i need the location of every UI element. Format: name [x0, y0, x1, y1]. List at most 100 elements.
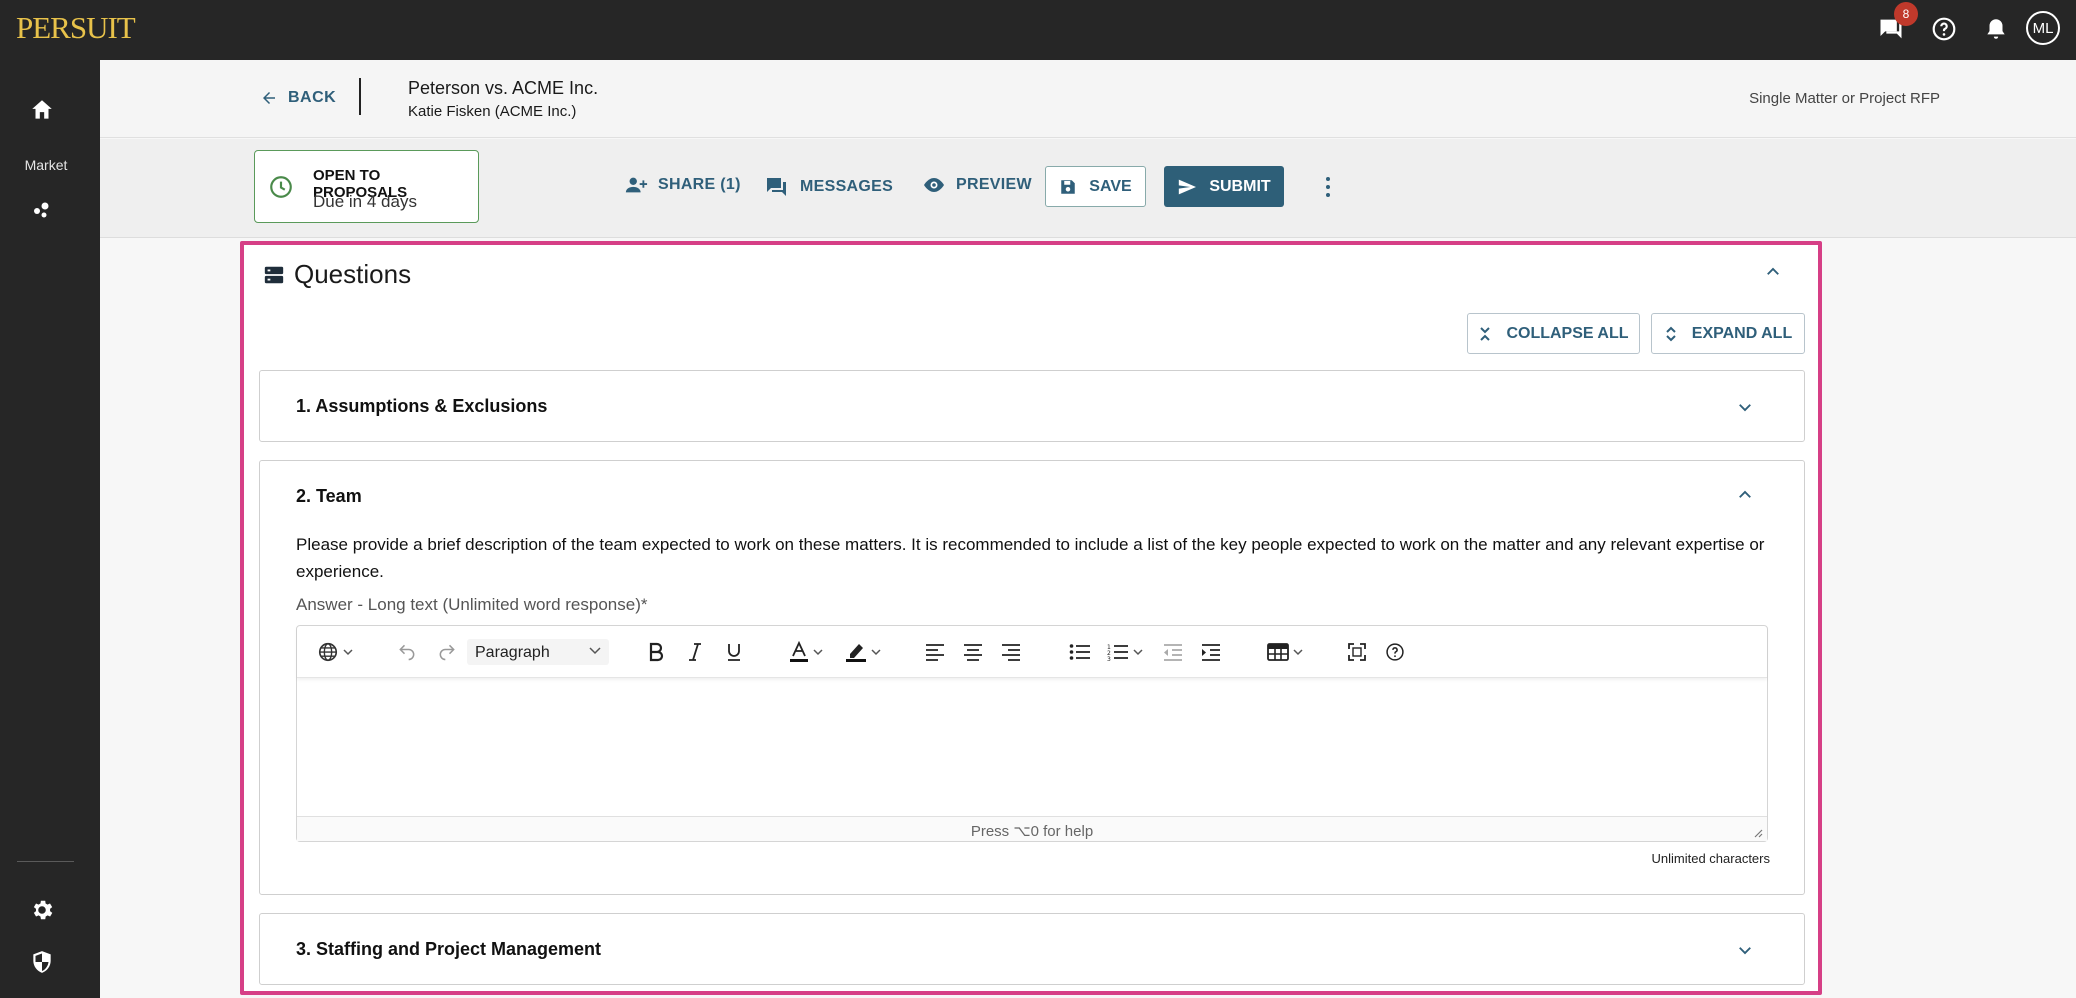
align-left-icon[interactable]	[925, 640, 945, 664]
back-label: BACK	[288, 89, 337, 106]
section-title[interactable]: 2. Team	[296, 486, 362, 507]
sidebar-divider	[17, 861, 74, 862]
send-icon	[1177, 178, 1197, 196]
chevron-up-icon[interactable]	[1736, 486, 1754, 504]
block-format-value: Paragraph	[475, 644, 550, 661]
caret-down-icon	[589, 647, 601, 655]
editor-toolbar: Paragraph 1 2 3	[297, 626, 1767, 678]
numbered-list-icon: 123	[1107, 643, 1129, 661]
user-avatar[interactable]: ML	[2026, 11, 2060, 45]
question-section-1[interactable]: 1. Assumptions & Exclusions	[259, 370, 1805, 442]
share-button[interactable]: SHARE (1)	[624, 175, 741, 195]
italic-icon[interactable]	[687, 640, 703, 664]
matter-title: Peterson vs. ACME Inc.	[408, 78, 599, 98]
text-color-icon	[789, 641, 809, 663]
collapse-icon	[1478, 326, 1492, 342]
preview-button[interactable]: PREVIEW	[922, 175, 1032, 195]
persuit-logo[interactable]: PERSUIT	[16, 10, 136, 46]
editor-help-text: Press ⌥0 for help	[970, 823, 1094, 840]
caret-down-icon	[1133, 648, 1143, 656]
help-icon[interactable]	[1385, 640, 1405, 664]
sidebar-item-settings[interactable]	[0, 897, 92, 923]
chevron-down-icon[interactable]	[1736, 398, 1754, 416]
section-title: 3. Staffing and Project Management	[296, 939, 602, 959]
collapse-all-button[interactable]: COLLAPSE ALL	[1467, 313, 1640, 354]
caret-down-icon	[343, 648, 353, 656]
chevron-down-icon[interactable]	[1736, 941, 1754, 959]
undo-icon[interactable]	[397, 640, 417, 664]
fullscreen-icon[interactable]	[1347, 640, 1367, 664]
expand-all-button[interactable]: EXPAND ALL	[1651, 313, 1805, 354]
chevron-up-icon[interactable]	[1764, 263, 1782, 281]
preview-label: PREVIEW	[956, 176, 1032, 193]
add-person-icon	[624, 175, 648, 195]
redo-icon[interactable]	[437, 640, 457, 664]
clock-icon	[268, 174, 294, 200]
align-right-icon[interactable]	[1001, 640, 1021, 664]
sidebar-item-market[interactable]	[0, 198, 92, 222]
eye-icon	[922, 175, 946, 195]
sidebar-item-home[interactable]	[0, 97, 92, 123]
align-center-icon[interactable]	[963, 640, 983, 664]
sidebar: Market	[0, 60, 100, 998]
underline-icon[interactable]	[725, 640, 743, 664]
questions-panel: Questions COLLAPSE ALL EXPAND ALL 1. Ass…	[240, 241, 1822, 995]
expand-icon	[1664, 326, 1678, 342]
globe-icon	[317, 641, 339, 663]
messages-badge: 8	[1894, 2, 1918, 26]
submit-label: SUBMIT	[1209, 177, 1271, 195]
expand-all-label: EXPAND ALL	[1691, 324, 1793, 342]
top-bar: PERSUIT 8 ML	[0, 0, 2076, 60]
svg-text:3: 3	[1107, 656, 1111, 661]
chat-icon[interactable]: 8	[1876, 2, 1918, 44]
rfp-type: Single Matter or Project RFP	[1749, 90, 1940, 107]
block-format-select[interactable]: Paragraph	[467, 639, 609, 665]
question-section-2: 2. Team Please provide a brief descripti…	[259, 460, 1805, 895]
submit-button[interactable]: SUBMIT	[1164, 166, 1284, 207]
back-button[interactable]: BACK	[260, 89, 336, 107]
more-options-icon[interactable]	[1318, 173, 1338, 201]
matter-header: BACK Peterson vs. ACME Inc. Katie Fisken…	[100, 60, 2076, 138]
highlight-color-dropdown[interactable]	[845, 640, 881, 664]
collapse-all-label: COLLAPSE ALL	[1506, 324, 1629, 342]
list-icon	[263, 264, 285, 286]
matter-client: Katie Fisken (ACME Inc.)	[408, 103, 577, 120]
caret-down-icon	[813, 648, 823, 656]
save-button[interactable]: SAVE	[1045, 166, 1146, 207]
table-dropdown[interactable]	[1267, 640, 1303, 664]
outdent-icon[interactable]	[1163, 640, 1183, 664]
bell-icon[interactable]	[1981, 14, 2011, 44]
bullet-list-icon[interactable]	[1069, 640, 1091, 664]
caret-down-icon	[1293, 648, 1303, 656]
shield-icon	[29, 949, 55, 975]
indent-icon[interactable]	[1201, 640, 1221, 664]
text-color-dropdown[interactable]	[789, 640, 823, 664]
floppy-icon	[1059, 178, 1077, 196]
share-label: SHARE (1)	[658, 176, 741, 193]
arrow-left-icon	[260, 89, 278, 107]
status-card[interactable]: OPEN TO PROPOSALS Due in 4 days	[254, 150, 479, 223]
save-label: SAVE	[1089, 177, 1132, 195]
resize-handle-icon[interactable]	[1753, 828, 1763, 838]
status-due: Due in 4 days	[313, 192, 417, 211]
section-title: 1. Assumptions & Exclusions	[296, 396, 548, 416]
gear-icon	[29, 897, 55, 923]
market-icon	[30, 198, 54, 222]
language-dropdown[interactable]	[317, 640, 353, 664]
action-bar: OPEN TO PROPOSALS Due in 4 days SHARE (1…	[100, 139, 2076, 238]
chat-icon	[764, 175, 790, 199]
question-section-3[interactable]: 3. Staffing and Project Management	[259, 913, 1805, 985]
messages-label: MESSAGES	[800, 178, 894, 195]
table-icon	[1267, 643, 1289, 661]
sidebar-item-security[interactable]	[0, 949, 92, 975]
help-icon[interactable]	[1929, 14, 1959, 44]
editor-content-area[interactable]	[297, 679, 1767, 817]
highlighter-icon	[845, 641, 867, 663]
question-description: Please provide a brief description of th…	[296, 535, 1765, 581]
numbered-list-dropdown[interactable]: 123	[1107, 640, 1143, 664]
rich-text-editor[interactable]: Paragraph 1 2 3 Press ⌥0 for help	[296, 625, 1768, 842]
caret-down-icon	[871, 648, 881, 656]
character-limit: Unlimited characters	[1651, 851, 1771, 866]
messages-button[interactable]: MESSAGES	[764, 175, 893, 199]
bold-icon[interactable]	[647, 640, 665, 664]
